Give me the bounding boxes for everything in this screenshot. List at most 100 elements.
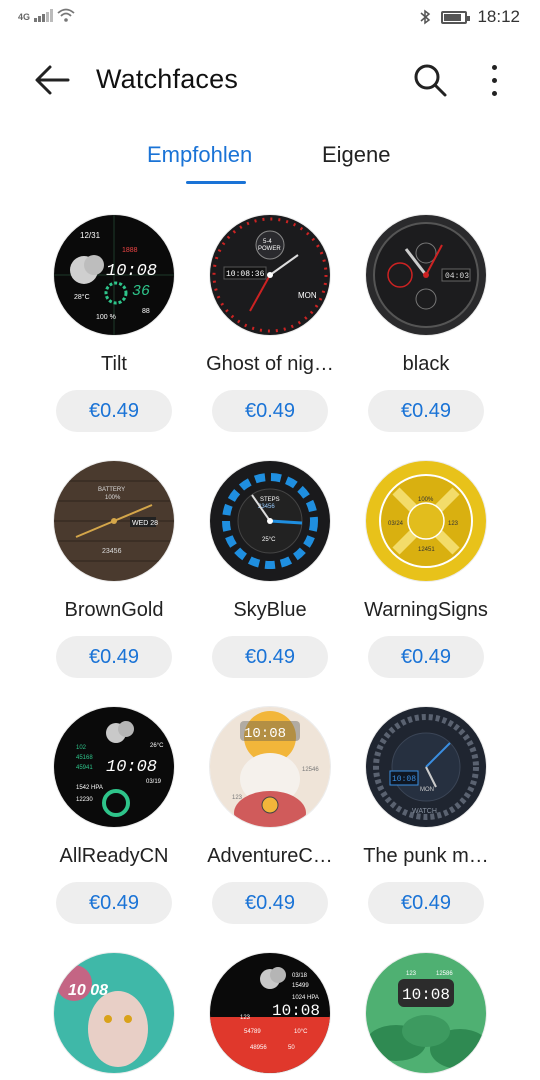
svg-text:5-4: 5-4 <box>263 239 272 245</box>
watchface-thumbnail[interactable]: BATTERY 100% WED 28 23456 <box>54 461 174 581</box>
price-button[interactable]: €0.49 <box>368 882 484 924</box>
svg-text:MON: MON <box>298 291 317 300</box>
svg-text:WATCH: WATCH <box>412 808 437 815</box>
watchface-card[interactable]: BATTERY 100% WED 28 23456 BrownGold €0.4… <box>36 461 192 678</box>
svg-text:10:08: 10:08 <box>244 726 286 742</box>
svg-text:03/24: 03/24 <box>388 521 404 527</box>
svg-text:100 %: 100 % <box>96 314 116 321</box>
svg-text:123: 123 <box>406 971 417 977</box>
watchface-thumbnail[interactable]: 10:08 12546 123 <box>210 707 330 827</box>
svg-text:10:08: 10:08 <box>392 775 416 784</box>
svg-text:10:08: 10:08 <box>272 1002 320 1020</box>
svg-text:50: 50 <box>288 1045 295 1051</box>
svg-text:100%: 100% <box>105 495 121 501</box>
svg-text:48956: 48956 <box>250 1045 267 1051</box>
svg-text:26°C: 26°C <box>150 743 164 749</box>
svg-text:04:03: 04:03 <box>445 272 469 281</box>
tab-eigene[interactable]: Eigene <box>322 142 391 168</box>
svg-text:88: 88 <box>142 308 150 315</box>
watchface-card[interactable]: 26°C 102 45168 45941 10:08 03/19 1542 HP… <box>36 707 192 924</box>
watchface-thumbnail[interactable]: 10 08 <box>54 953 174 1073</box>
svg-text:03/18: 03/18 <box>292 973 308 979</box>
watchface-thumbnail[interactable]: 5-4 POWER 10:08:36 MON <box>210 215 330 335</box>
svg-text:12546: 12546 <box>302 767 319 773</box>
watchface-card[interactable]: 03/18 15499 1024 HPA 10:08 123 54789 10°… <box>192 953 348 1073</box>
watchface-thumbnail[interactable]: 04:03 <box>366 215 486 335</box>
watchface-thumbnail[interactable]: 03/18 15499 1024 HPA 10:08 123 54789 10°… <box>210 953 330 1073</box>
signal-area: 4G <box>18 8 75 22</box>
more-options-icon[interactable] <box>478 60 510 100</box>
back-arrow-icon[interactable] <box>32 62 72 98</box>
watchface-card[interactable]: 10:08 123 12586 <box>348 953 504 1073</box>
watchface-thumbnail[interactable]: 26°C 102 45168 45941 10:08 03/19 1542 HP… <box>54 707 174 827</box>
watchface-name: WarningSigns <box>364 599 488 621</box>
svg-text:102: 102 <box>76 745 87 751</box>
svg-text:BATTERY: BATTERY <box>98 487 125 493</box>
svg-text:12/31: 12/31 <box>80 231 101 240</box>
network-type: 4G <box>18 12 31 22</box>
search-icon[interactable] <box>410 60 450 100</box>
watchface-thumbnail[interactable]: 10:08 MON WATCH <box>366 707 486 827</box>
svg-text:45941: 45941 <box>76 765 93 771</box>
svg-text:12586: 12586 <box>436 971 453 977</box>
svg-text:WED 28: WED 28 <box>132 520 158 527</box>
svg-text:12230: 12230 <box>76 797 93 803</box>
watchface-thumbnail[interactable]: 100% 03/24 123 12451 <box>366 461 486 581</box>
price-button[interactable]: €0.49 <box>368 636 484 678</box>
price-button[interactable]: €0.49 <box>56 390 172 432</box>
watchface-name: black <box>402 353 450 375</box>
watchface-thumbnail[interactable]: 12/31 1888 10:08 36 28°C 100 % 88 <box>54 215 174 335</box>
watchface-card[interactable]: 100% 03/24 123 12451 WarningSigns €0.49 <box>348 461 504 678</box>
svg-text:123: 123 <box>448 521 459 527</box>
svg-text:12451: 12451 <box>418 547 435 553</box>
price-button[interactable]: €0.49 <box>212 390 328 432</box>
svg-text:10:08: 10:08 <box>106 262 157 281</box>
price-button[interactable]: €0.49 <box>56 882 172 924</box>
price-button[interactable]: €0.49 <box>368 390 484 432</box>
watchface-card[interactable]: 10:08 MON WATCH The punk m… €0.49 <box>348 707 504 924</box>
watchface-name: Tilt <box>101 353 127 375</box>
tab-indicator <box>186 181 246 184</box>
svg-text:10:08:36: 10:08:36 <box>226 270 265 279</box>
watchface-card[interactable]: STEPS 23456 25°C SkyBlue €0.49 <box>192 461 348 678</box>
watchface-card[interactable]: 5-4 POWER 10:08:36 MON Ghost of nig… €0.… <box>192 215 348 432</box>
watchface-name: The punk m… <box>363 845 489 867</box>
bluetooth-icon <box>420 9 431 25</box>
price-button[interactable]: €0.49 <box>212 882 328 924</box>
watchface-card[interactable]: 10 08 <box>36 953 192 1073</box>
watchface-card[interactable]: 10:08 12546 123 AdventureC… €0.49 <box>192 707 348 924</box>
watchface-name: AdventureC… <box>207 845 333 867</box>
svg-text:POWER: POWER <box>258 246 281 252</box>
status-right: 18:12 <box>419 7 520 27</box>
watchface-name: Ghost of nig… <box>206 353 334 375</box>
svg-text:MON: MON <box>420 787 434 793</box>
watchface-card[interactable]: 04:03 black €0.49 <box>348 215 504 432</box>
watchface-name: SkyBlue <box>233 599 307 621</box>
battery-icon <box>441 10 471 24</box>
svg-text:1024 HPA: 1024 HPA <box>292 995 319 1001</box>
svg-text:1542 HPA: 1542 HPA <box>76 785 103 791</box>
svg-text:10:08: 10:08 <box>106 758 157 777</box>
watchface-thumbnail[interactable]: 10:08 123 12586 <box>366 953 486 1073</box>
tab-empfohlen[interactable]: Empfohlen <box>147 142 252 168</box>
signal-icon <box>34 8 54 22</box>
svg-text:STEPS: STEPS <box>260 497 280 503</box>
svg-text:10°C: 10°C <box>294 1029 308 1035</box>
status-bar: 4G 18:12 <box>0 0 540 36</box>
watchface-card[interactable]: 12/31 1888 10:08 36 28°C 100 % 88 Tilt €… <box>36 215 192 432</box>
svg-text:1888: 1888 <box>122 247 138 254</box>
svg-text:25°C: 25°C <box>262 537 276 543</box>
watchface-name: BrownGold <box>64 599 164 621</box>
price-button[interactable]: €0.49 <box>56 636 172 678</box>
clock: 18:12 <box>477 7 520 26</box>
watchface-name: AllReadyCN <box>59 845 169 867</box>
page-title: Watchfaces <box>96 64 239 94</box>
svg-text:10:08: 10:08 <box>402 986 450 1004</box>
app-bar: Watchfaces <box>0 50 540 110</box>
svg-text:123: 123 <box>232 795 243 801</box>
svg-text:36: 36 <box>132 283 150 300</box>
watchface-thumbnail[interactable]: STEPS 23456 25°C <box>210 461 330 581</box>
svg-text:45168: 45168 <box>76 755 93 761</box>
svg-text:54789: 54789 <box>244 1029 261 1035</box>
price-button[interactable]: €0.49 <box>212 636 328 678</box>
